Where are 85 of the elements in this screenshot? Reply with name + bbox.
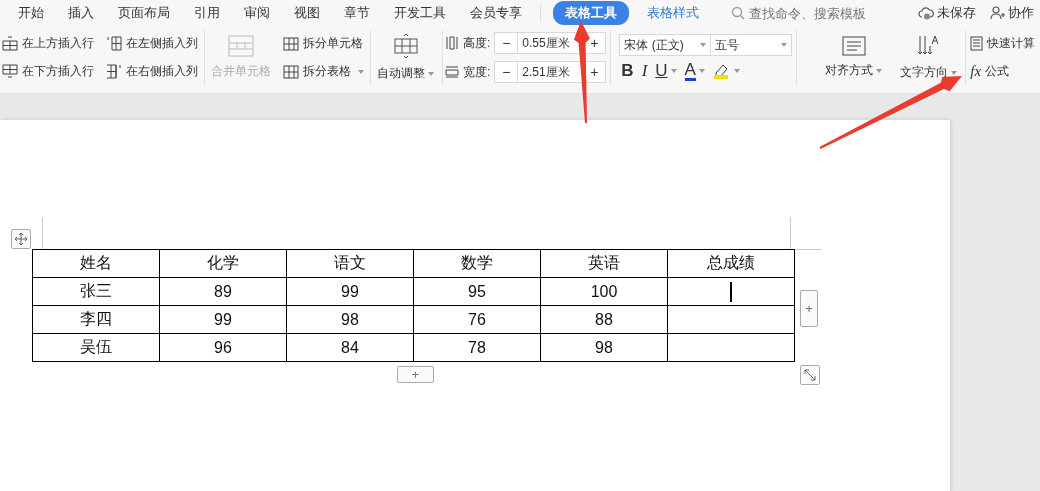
ribbon-tab[interactable]: 插入 bbox=[62, 2, 100, 24]
dropdown-icon bbox=[733, 69, 740, 73]
quick-calc-button[interactable]: 快速计算 bbox=[968, 33, 1040, 54]
text-cursor bbox=[730, 281, 732, 302]
insert-button[interactable]: 在下方插入行 bbox=[0, 61, 96, 82]
calculator-icon bbox=[970, 36, 984, 51]
auto-fit-button[interactable]: 自动调整 bbox=[373, 30, 438, 85]
insert-button[interactable]: 在左侧插入列 bbox=[104, 33, 200, 54]
dropdown-icon bbox=[781, 43, 788, 47]
search-field[interactable]: 查找命令、搜索模板 bbox=[747, 4, 881, 22]
align-icon bbox=[841, 36, 866, 56]
split-cells-button[interactable]: 拆分单元格 bbox=[281, 33, 366, 54]
ribbon-tab[interactable]: 开始 bbox=[12, 2, 50, 24]
dimension-spinner[interactable]: − 2.51厘米 + bbox=[494, 61, 607, 83]
width-icon bbox=[445, 65, 459, 79]
dropdown-icon bbox=[428, 71, 434, 76]
table-cell: 100 bbox=[540, 277, 668, 306]
collaborate-button[interactable]: 协作 bbox=[1008, 4, 1034, 22]
table-cell: 李四 bbox=[32, 305, 160, 334]
font-color-button[interactable]: A bbox=[684, 61, 696, 81]
text-direction-button[interactable]: 文字方向 bbox=[896, 30, 962, 85]
dropdown-icon bbox=[358, 69, 364, 74]
table-cell: 84 bbox=[286, 333, 414, 362]
save-status[interactable]: 未保存 bbox=[937, 4, 976, 22]
ribbon-tab[interactable]: 引用 bbox=[188, 2, 226, 24]
ribbon-tab[interactable]: 开发工具 bbox=[388, 2, 452, 24]
table-cell: 95 bbox=[413, 277, 541, 306]
insert-icon bbox=[106, 64, 122, 79]
dimension-label: 宽度: bbox=[463, 63, 491, 81]
insert-icon bbox=[2, 36, 18, 51]
column-header: 化学 bbox=[159, 249, 287, 278]
ribbon-tab[interactable]: 章节 bbox=[338, 2, 376, 24]
table-cell: 88 bbox=[540, 305, 668, 334]
dropdown-icon bbox=[670, 69, 677, 73]
dimension-spinner[interactable]: − 0.55厘米 + bbox=[494, 32, 607, 54]
table-cell: 张三 bbox=[32, 277, 160, 306]
underline-button[interactable]: U bbox=[655, 61, 668, 81]
user-icon bbox=[990, 6, 1005, 20]
dropdown-icon bbox=[698, 69, 705, 73]
dropdown-icon bbox=[700, 43, 707, 47]
add-column-button[interactable]: + bbox=[800, 290, 818, 327]
insert-icon bbox=[106, 36, 122, 51]
dropdown-icon bbox=[876, 68, 883, 73]
insert-icon bbox=[2, 64, 18, 79]
insert-button[interactable]: 在右侧插入列 bbox=[104, 61, 200, 82]
table-cell: 78 bbox=[413, 333, 541, 362]
table-cell: 89 bbox=[159, 277, 287, 306]
table-cell: 96 bbox=[159, 333, 287, 362]
ribbon-tab[interactable]: 会员专享 bbox=[464, 2, 528, 24]
ribbon-tab[interactable]: 表格样式 bbox=[641, 2, 705, 24]
bold-button[interactable]: B bbox=[621, 61, 634, 81]
split-table-button[interactable]: 拆分表格 bbox=[281, 61, 366, 82]
table-cell: 99 bbox=[286, 277, 414, 306]
split-cells-icon bbox=[283, 36, 299, 51]
formula-button[interactable]: fx 公式 bbox=[968, 61, 1040, 82]
align-button[interactable]: 对齐方式 bbox=[821, 30, 887, 85]
font-size-dropdown[interactable]: 五号 bbox=[711, 34, 793, 56]
search-icon bbox=[731, 6, 745, 20]
table-cell: 76 bbox=[413, 305, 541, 334]
column-header: 姓名 bbox=[32, 249, 160, 278]
dimension-label: 高度: bbox=[463, 34, 491, 52]
ribbon-tab[interactable]: 页面布局 bbox=[112, 2, 176, 24]
column-header: 总成绩 bbox=[667, 249, 795, 278]
font-dropdown[interactable]: 宋体 (正文) bbox=[619, 34, 712, 56]
table-cell: 吴伍 bbox=[32, 333, 160, 362]
highlight-icon[interactable] bbox=[712, 63, 731, 79]
merge-cells-icon bbox=[228, 35, 254, 57]
auto-fit-icon bbox=[392, 33, 419, 59]
column-header: 英语 bbox=[540, 249, 668, 278]
table-cell: 98 bbox=[540, 333, 668, 362]
italic-button[interactable]: I bbox=[641, 61, 648, 81]
cloud-icon bbox=[918, 6, 934, 20]
resize-handle-icon[interactable] bbox=[800, 365, 820, 385]
height-icon bbox=[445, 36, 459, 50]
column-header: 数学 bbox=[413, 249, 541, 278]
add-row-button[interactable]: + bbox=[397, 366, 434, 383]
ribbon-tab[interactable]: 视图 bbox=[288, 2, 326, 24]
column-header: 语文 bbox=[286, 249, 414, 278]
move-handle-icon[interactable] bbox=[11, 229, 31, 249]
table-cell: 99 bbox=[159, 305, 287, 334]
split-table-icon bbox=[283, 64, 299, 79]
insert-button[interactable]: 在上方插入行 bbox=[0, 33, 96, 54]
table-cell: 98 bbox=[286, 305, 414, 334]
ribbon-tab[interactable]: 表格工具 bbox=[553, 1, 629, 25]
ribbon-tab[interactable]: 审阅 bbox=[238, 2, 276, 24]
